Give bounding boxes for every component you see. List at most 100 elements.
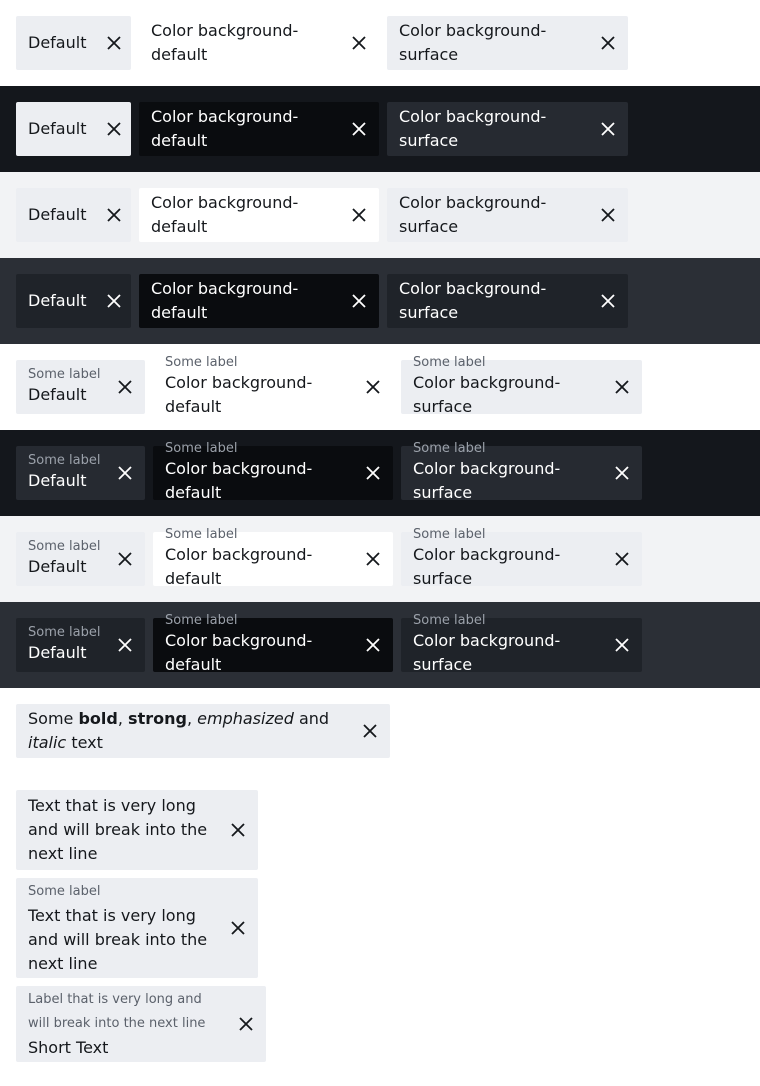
close-icon[interactable] [614, 637, 630, 653]
tag-background-surface: Color background-surface [387, 274, 628, 328]
tag-label: Some label [165, 441, 238, 456]
tag-text: Default [28, 119, 87, 138]
labeled-tag-background-surface: Some label Color background-surface [401, 355, 642, 416]
tag-text: Color background-default [151, 21, 299, 64]
tag-background-surface: Color background-surface [387, 188, 628, 242]
rich-text: Some bold, strong, emphasized and italic… [28, 707, 362, 755]
tag-label: Some label [28, 625, 101, 640]
rich-text-comma: , [117, 709, 123, 728]
tag-text: Default [28, 205, 87, 224]
tag-text: Color background-surface [413, 373, 561, 416]
labeled-tag-row-light: Some label Default Some label Color backgr… [0, 344, 760, 430]
labeled-tag-background-default: Some label Color background-default [153, 613, 393, 674]
close-icon[interactable] [230, 822, 246, 838]
tag-text: Color background-surface [413, 545, 561, 588]
tag-text: Color background-surface [399, 21, 547, 64]
labeled-tag-background-default: Some label Color background-default [153, 527, 393, 588]
close-icon[interactable] [365, 551, 381, 567]
tag-label: Some label [413, 527, 486, 542]
labeled-tag-background-default: Some label Color background-default [153, 355, 393, 416]
close-icon[interactable] [106, 35, 122, 51]
tag-text: Default [28, 643, 87, 662]
close-icon[interactable] [351, 35, 367, 51]
tag-label: Some label [413, 441, 486, 456]
close-icon[interactable] [365, 465, 381, 481]
tag-default: Default [16, 274, 131, 328]
close-icon[interactable] [600, 293, 616, 309]
tag-text: Color background-surface [399, 107, 547, 150]
tag-label: Some label [28, 539, 101, 554]
tag-background-default: Color background-default [139, 274, 379, 328]
rich-text-italic: italic [28, 733, 67, 752]
tag-text: Text that is very long and will break in… [28, 906, 208, 973]
long-text-tag: Text that is very long and will break in… [16, 790, 258, 870]
close-icon[interactable] [106, 207, 122, 223]
close-icon[interactable] [230, 920, 246, 936]
close-icon[interactable] [106, 121, 122, 137]
rich-text-text: text [71, 733, 103, 752]
tag-text: Color background-default [151, 107, 299, 150]
tag-label: Some label [28, 453, 101, 468]
rich-text-comma: , [186, 709, 193, 728]
close-icon[interactable] [351, 293, 367, 309]
tag-text: Default [28, 385, 87, 404]
tag-text: Color background-default [165, 459, 313, 502]
rich-text-bold: bold [78, 709, 118, 728]
tag-default: Default [16, 188, 131, 242]
labeled-tag-background-surface: Some label Color background-surface [401, 441, 642, 502]
tag-text: Color background-default [151, 279, 299, 322]
tag-background-default: Color background-default [139, 16, 379, 70]
tag-text: Color background-default [151, 193, 299, 236]
tag-label: Some label [28, 884, 101, 899]
tag-text: Color background-default [165, 631, 313, 674]
close-icon[interactable] [106, 293, 122, 309]
labeled-tag-default: Some label Default [16, 532, 145, 586]
rich-text-strong: strong [128, 709, 187, 728]
tag-text: Short Text [28, 1038, 109, 1057]
labeled-tag-row-dark: Some label Default Some label Color backgr… [0, 430, 760, 516]
close-icon[interactable] [600, 121, 616, 137]
tag-text: Default [28, 291, 87, 310]
close-icon[interactable] [365, 379, 381, 395]
rich-text-tag: Some bold, strong, emphasized and italic… [16, 704, 390, 758]
close-icon[interactable] [117, 379, 133, 395]
close-icon[interactable] [365, 637, 381, 653]
tag-row-alt-light: Default Color background-default Color b… [0, 172, 760, 258]
tag-row-alt-dark: Default Color background-default Color b… [0, 258, 760, 344]
close-icon[interactable] [351, 207, 367, 223]
tag-background-default: Color background-default [139, 102, 379, 156]
labeled-tag-background-default: Some label Color background-default [153, 441, 393, 502]
labeled-tag-default: Some label Default [16, 360, 145, 414]
close-icon[interactable] [614, 551, 630, 567]
labeled-tag-default: Some label Default [16, 446, 145, 500]
tag-text: Color background-default [165, 373, 313, 416]
close-icon[interactable] [351, 121, 367, 137]
tag-default: Default [16, 102, 131, 156]
tag-text: Default [28, 33, 87, 52]
close-icon[interactable] [117, 551, 133, 567]
close-icon[interactable] [362, 723, 378, 739]
tag-label: Some label [165, 355, 238, 370]
tag-text: Color background-surface [399, 279, 547, 322]
tag-default: Default [16, 16, 131, 70]
close-icon[interactable] [117, 637, 133, 653]
tag-text: Default [28, 557, 87, 576]
close-icon[interactable] [614, 465, 630, 481]
close-icon[interactable] [117, 465, 133, 481]
tag-label: Some label [165, 527, 238, 542]
tag-label: Some label [413, 355, 486, 370]
rich-text-and: and [298, 709, 330, 728]
labeled-tag-row-alt-dark: Some label Default Some label Color backgr… [0, 602, 760, 688]
tag-text: Color background-surface [413, 631, 561, 674]
tag-text: Color background-surface [399, 193, 547, 236]
close-icon[interactable] [238, 1016, 254, 1032]
rich-text-emphasized: emphasized [197, 709, 294, 728]
close-icon[interactable] [600, 35, 616, 51]
long-labeled-tag: Some label Text that is very long and wi… [16, 878, 258, 978]
labeled-tag-row-alt-light: Some label Default Some label Color backgr… [0, 516, 760, 602]
tag-label: Some label [28, 367, 101, 382]
close-icon[interactable] [614, 379, 630, 395]
tag-label: Some label [413, 613, 486, 628]
tag-text: Color background-surface [413, 459, 561, 502]
close-icon[interactable] [600, 207, 616, 223]
